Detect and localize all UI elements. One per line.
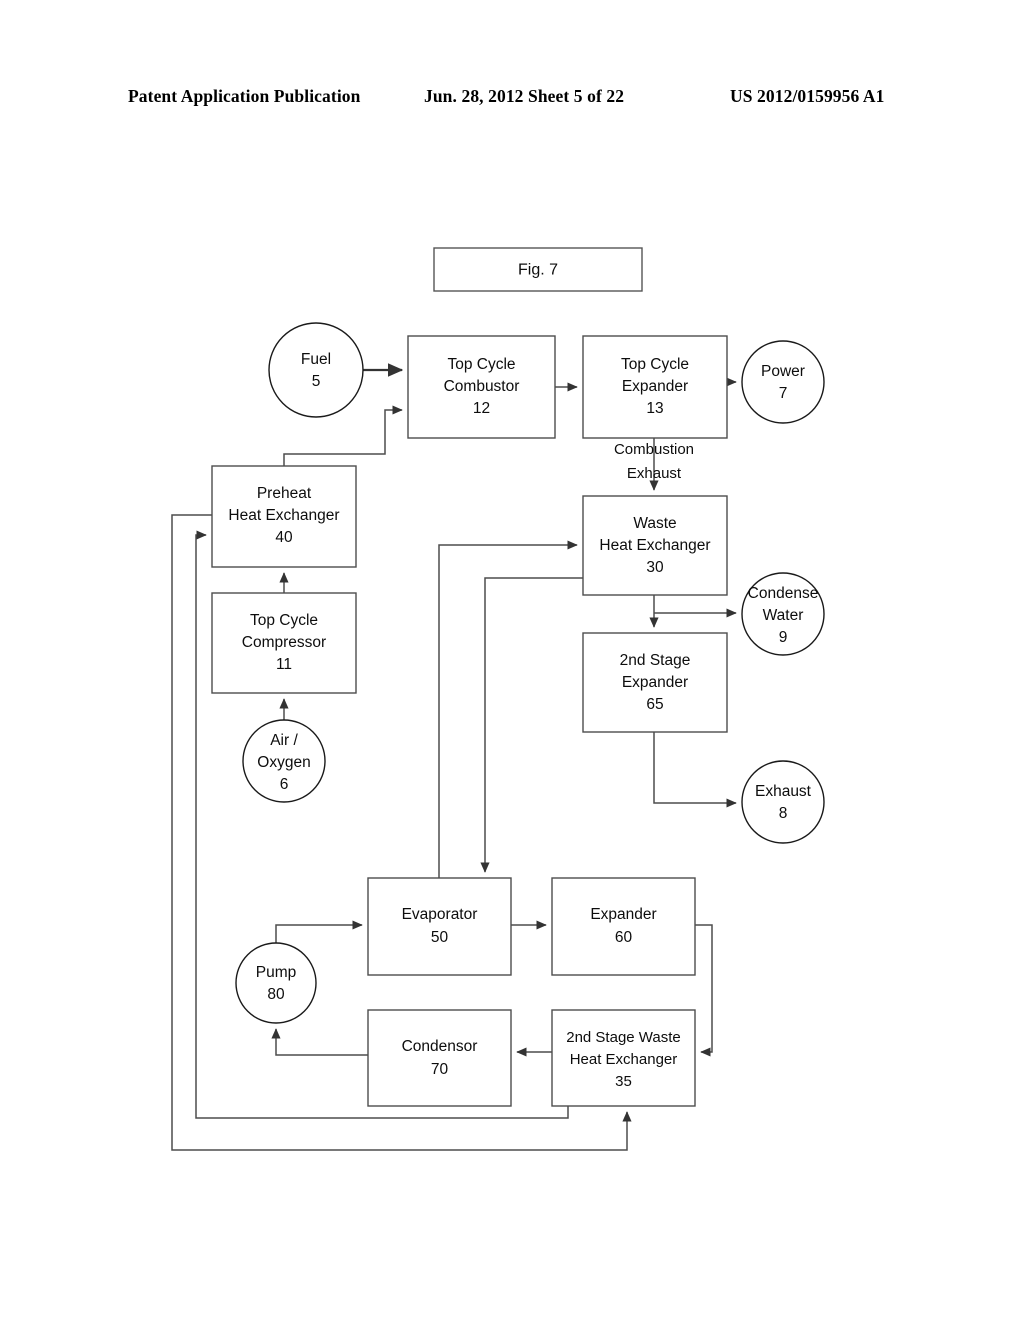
node-fuel-line-1: 5 <box>312 373 321 390</box>
node-exhaust-line-1: 8 <box>779 805 788 822</box>
node-wasteheat-line-1: Heat Exchanger <box>599 537 710 554</box>
node-airoxygen-ref: 6 <box>280 776 289 793</box>
node-evaporator-line-0: Evaporator <box>402 906 478 923</box>
node-power-line-1: 7 <box>779 385 788 402</box>
edge-pump-to-evaporator <box>275 920 363 943</box>
node-condensor-line-0: Condensor <box>402 1038 478 1055</box>
patent-figure-page: Patent Application Publication Jun. 28, … <box>0 0 1024 1320</box>
node-top-cycle-combustor: Top Cycle Combustor 12 <box>407 335 556 439</box>
figure-caption: Fig. 7 <box>433 247 643 292</box>
node-waste35-line-0: 2nd Stage Waste <box>566 1029 681 1046</box>
node-expander13-line-0: Top Cycle <box>621 356 689 373</box>
node-expander60-shape <box>551 877 696 976</box>
node-expander-60: Expander 60 <box>551 877 696 976</box>
node-top-cycle-compressor: Top Cycle Compressor 11 <box>211 592 357 694</box>
node-pump-shape <box>235 942 317 1024</box>
node-power-line-0: Power <box>761 363 805 380</box>
node-waste-heat-exchanger: Waste Heat Exchanger 30 <box>582 495 728 596</box>
node-pump-ref: 80 <box>267 986 285 1003</box>
node-condense-line-0: Condense <box>748 585 819 602</box>
node-evaporator-ref: 50 <box>431 929 449 946</box>
node-condensor: Condensor 70 <box>367 1009 512 1107</box>
node-expander65-ref: 65 <box>646 696 663 713</box>
node-2nd-stage-waste-heat-exchanger: 2nd Stage Waste Heat Exchanger 35 <box>551 1009 696 1107</box>
node-combustor-line-0: Top Cycle <box>447 356 515 373</box>
node-evaporator-shape <box>367 877 512 976</box>
node-airoxygen-line-1: Oxygen <box>257 754 310 771</box>
node-condense-water: Condense Water 9 <box>741 572 825 656</box>
node-air-oxygen: Air / Oxygen 6 <box>242 719 326 803</box>
node-expander60-ref: 60 <box>615 929 633 946</box>
node-preheat-heat-exchanger: Preheat Heat Exchanger 40 <box>211 465 357 568</box>
node-expander13-ref: 13 <box>646 400 663 417</box>
node-exhaust-line-0: Exhaust <box>755 783 812 800</box>
node-top-cycle-expander: Top Cycle Expander 13 <box>582 335 728 439</box>
node-waste35-line-1: Heat Exchanger <box>570 1051 678 1068</box>
node-compressor-ref: 11 <box>276 656 292 673</box>
node-preheat-line-0: Preheat <box>257 485 312 502</box>
edge-expander60-to-waste35 <box>695 924 713 1057</box>
node-waste35-ref: 35 <box>615 1073 632 1090</box>
node-airoxygen-line-0: Air / <box>270 732 298 749</box>
figure-caption-label: Fig. 7 <box>518 262 558 279</box>
node-preheat-line-1: Heat Exchanger <box>228 507 339 524</box>
node-expander65-line-0: 2nd Stage <box>620 652 691 669</box>
node-pump: Pump 80 <box>235 942 317 1024</box>
node-preheat-ref: 40 <box>275 529 293 546</box>
node-power: Power 7 <box>741 340 825 424</box>
node-expander13-line-1: Expander <box>622 378 688 395</box>
node-pump-line-0: Pump <box>256 964 297 981</box>
flow-diagram: Fig. 7 Fuel 5 Top Cycle Combustor 12 Top… <box>171 247 825 1151</box>
node-exhaust: Exhaust 8 <box>741 760 825 844</box>
node-compressor-line-1: Compressor <box>242 634 326 651</box>
edge-condensor-to-pump <box>271 1028 368 1056</box>
node-condense-line-1: Water <box>763 607 804 624</box>
node-condensor-shape <box>367 1009 512 1107</box>
edge-expander65-to-exhaust <box>653 732 737 808</box>
edge-evaporator-to-wasteheat <box>438 540 578 878</box>
node-expander60-line-0: Expander <box>590 906 656 923</box>
node-power-shape <box>741 340 825 424</box>
node-evaporator: Evaporator 50 <box>367 877 512 976</box>
node-2nd-stage-expander: 2nd Stage Expander 65 <box>582 632 728 733</box>
node-fuel-line-0: Fuel <box>301 351 331 368</box>
node-wasteheat-line-0: Waste <box>633 515 676 532</box>
node-exhaust-shape <box>741 760 825 844</box>
edge-preheat-to-combustor <box>283 405 403 466</box>
node-combustor-ref: 12 <box>473 400 490 417</box>
node-expander65-line-1: Expander <box>622 674 688 691</box>
combustion-exhaust-line-0: Combustion <box>614 441 694 458</box>
node-fuel: Fuel 5 <box>268 322 364 418</box>
node-compressor-line-0: Top Cycle <box>250 612 318 629</box>
edge-wasteheat-to-evaporator <box>480 577 583 873</box>
node-wasteheat-ref: 30 <box>646 559 664 576</box>
combustion-exhaust-line-1: Exhaust <box>627 465 682 482</box>
node-fuel-shape <box>268 322 364 418</box>
node-condensor-ref: 70 <box>431 1061 449 1078</box>
node-condense-ref: 9 <box>779 629 788 646</box>
node-combustor-line-1: Combustor <box>444 378 520 395</box>
